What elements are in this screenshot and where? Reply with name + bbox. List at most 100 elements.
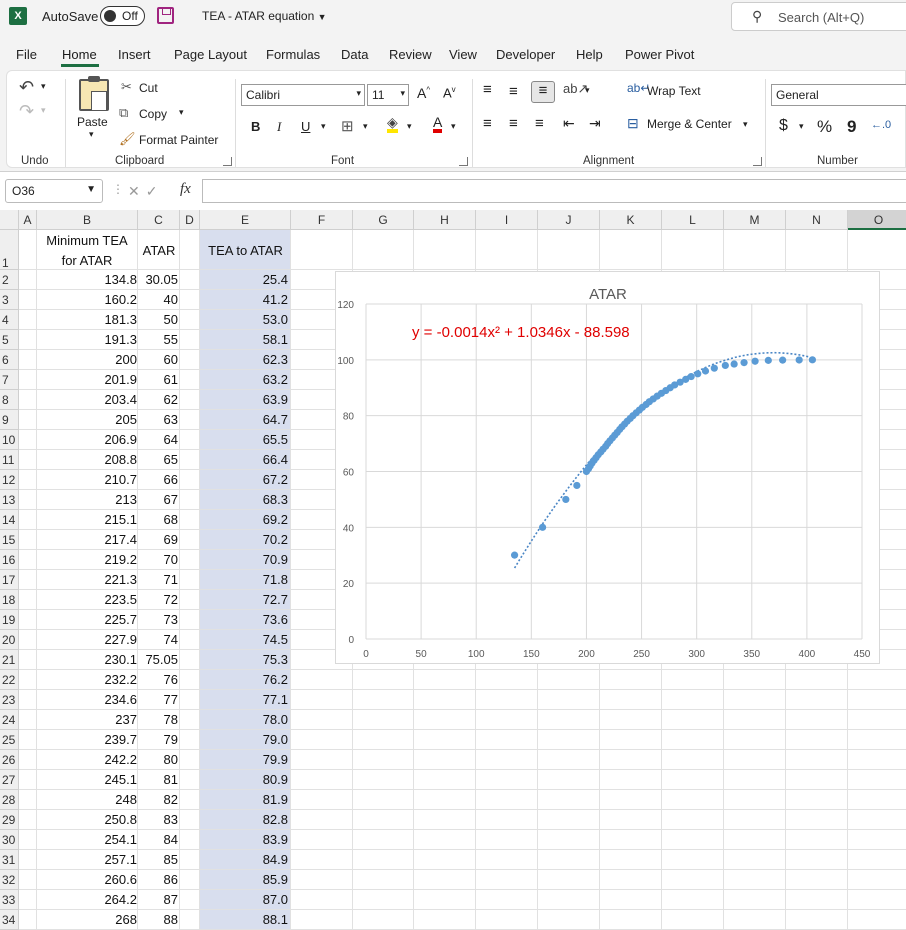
column-header-f[interactable]: F (291, 210, 353, 230)
cell-e[interactable]: 79.9 (200, 752, 288, 767)
cell-e[interactable]: 25.4 (200, 272, 288, 287)
cut-button[interactable]: Cut (139, 81, 158, 95)
italic-button[interactable]: I (277, 119, 281, 135)
tab-data[interactable]: Data (341, 47, 368, 62)
align-top-icon[interactable]: ≡ (483, 81, 492, 98)
tab-formulas[interactable]: Formulas (266, 47, 320, 62)
row-header[interactable]: 22 (0, 670, 19, 690)
number-format-dropdown[interactable]: General (771, 84, 906, 106)
fill-color-dropdown-icon[interactable]: ▾ (407, 121, 412, 132)
cell-c[interactable]: 76 (138, 672, 178, 687)
cell-b[interactable]: 223.5 (37, 592, 137, 607)
cell-c[interactable]: 74 (138, 632, 178, 647)
cell-e[interactable]: 68.3 (200, 492, 288, 507)
cell-c[interactable]: 84 (138, 832, 178, 847)
row-header[interactable]: 34 (0, 910, 19, 930)
row-header[interactable]: 7 (0, 370, 19, 390)
align-middle-icon[interactable]: ≡ (509, 83, 518, 100)
cell-b[interactable]: 134.8 (37, 272, 137, 287)
cell-c[interactable]: 30.05 (138, 272, 178, 287)
data-point[interactable] (721, 361, 729, 370)
row-header[interactable]: 29 (0, 810, 19, 830)
scatter-chart[interactable]: 0 20 40 60 80 100 120 0 50 100 150 200 250 300 350 400 4… (335, 271, 880, 664)
tab-power-pivot[interactable]: Power Pivot (625, 47, 694, 62)
select-all-corner[interactable] (0, 210, 19, 230)
row-header[interactable]: 3 (0, 290, 19, 310)
tab-review[interactable]: Review (389, 47, 432, 62)
cell-c[interactable]: 70 (138, 552, 178, 567)
search-box[interactable]: ⚲ Search (Alt+Q) (731, 2, 906, 31)
row-header[interactable]: 16 (0, 550, 19, 570)
cell-c[interactable]: 55 (138, 332, 178, 347)
cell-c[interactable]: 68 (138, 512, 178, 527)
cell-e[interactable]: 81.9 (200, 792, 288, 807)
column-header-c[interactable]: C (138, 210, 180, 230)
data-point[interactable] (764, 356, 772, 364)
tab-home[interactable]: Home (62, 47, 97, 62)
row-header[interactable]: 6 (0, 350, 19, 370)
cell-b[interactable]: 219.2 (37, 552, 137, 567)
cell-b[interactable]: 227.9 (37, 632, 137, 647)
row-header[interactable]: 5 (0, 330, 19, 350)
cell-b[interactable]: 206.9 (37, 432, 137, 447)
cell-e[interactable]: 63.9 (200, 392, 288, 407)
data-point[interactable] (730, 360, 738, 368)
bold-button[interactable]: B (251, 119, 260, 134)
row-header[interactable]: 31 (0, 850, 19, 870)
decrease-indent-icon[interactable]: ⇤ (563, 115, 575, 132)
row-header[interactable]: 23 (0, 690, 19, 710)
row-header[interactable]: 10 (0, 430, 19, 450)
cell-e[interactable]: 62.3 (200, 352, 288, 367)
cell-b[interactable]: 232.2 (37, 672, 137, 687)
document-title[interactable]: TEA - ATAR equation ▼ (202, 9, 327, 23)
font-color-icon[interactable]: A (433, 115, 443, 133)
cell-b[interactable]: 200 (37, 352, 137, 367)
cell-b[interactable]: 181.3 (37, 312, 137, 327)
row-header[interactable]: 17 (0, 570, 19, 590)
cell-b[interactable]: 264.2 (37, 892, 137, 907)
cell-e[interactable]: 63.2 (200, 372, 288, 387)
cell-c[interactable]: 69 (138, 532, 178, 547)
cell-e[interactable]: 41.2 (200, 292, 288, 307)
cell-b[interactable]: 215.1 (37, 512, 137, 527)
column-header-j[interactable]: J (538, 210, 600, 230)
cell-b[interactable]: 248 (37, 792, 137, 807)
column-header-h[interactable]: H (414, 210, 476, 230)
column-header-i[interactable]: I (476, 210, 538, 230)
cell-e1[interactable]: TEA to ATAR (200, 241, 291, 261)
cell-b1[interactable]: Minimum TEA for ATAR (37, 231, 137, 271)
redo-dropdown-icon[interactable]: ▾ (41, 105, 46, 116)
cell-b[interactable]: 268 (37, 912, 137, 927)
cell-e[interactable]: 76.2 (200, 672, 288, 687)
cell-e[interactable]: 71.8 (200, 572, 288, 587)
paste-icon[interactable] (79, 76, 109, 111)
cell-b[interactable]: 203.4 (37, 392, 137, 407)
cell-e[interactable]: 64.7 (200, 412, 288, 427)
cell-e[interactable]: 74.5 (200, 632, 288, 647)
data-point[interactable] (562, 495, 570, 504)
row-header[interactable]: 14 (0, 510, 19, 530)
cell-b[interactable]: 257.1 (37, 852, 137, 867)
data-point[interactable] (795, 356, 803, 364)
merge-center-button[interactable]: Merge & Center (647, 117, 732, 131)
cell-c[interactable]: 64 (138, 432, 178, 447)
clipboard-launcher-icon[interactable] (223, 157, 232, 166)
row-header[interactable]: 33 (0, 890, 19, 910)
cell-c[interactable]: 82 (138, 792, 178, 807)
copy-button[interactable]: Copy (139, 107, 167, 121)
cell-b[interactable]: 213 (37, 492, 137, 507)
redo-icon[interactable]: ↷ (19, 101, 34, 122)
currency-button[interactable]: $ (779, 117, 788, 135)
cell-c[interactable]: 71 (138, 572, 178, 587)
cell-b[interactable]: 242.2 (37, 752, 137, 767)
data-point[interactable] (751, 357, 759, 365)
insert-function-icon[interactable]: fx (180, 181, 191, 198)
data-point[interactable] (510, 551, 519, 559)
row-header[interactable]: 9 (0, 410, 19, 430)
cell-e[interactable]: 53.0 (200, 312, 288, 327)
cell-b[interactable]: 201.9 (37, 372, 137, 387)
decrease-font-icon[interactable]: Av (443, 85, 456, 100)
cell-c[interactable]: 66 (138, 472, 178, 487)
cell-e[interactable]: 84.9 (200, 852, 288, 867)
cell-e[interactable]: 67.2 (200, 472, 288, 487)
